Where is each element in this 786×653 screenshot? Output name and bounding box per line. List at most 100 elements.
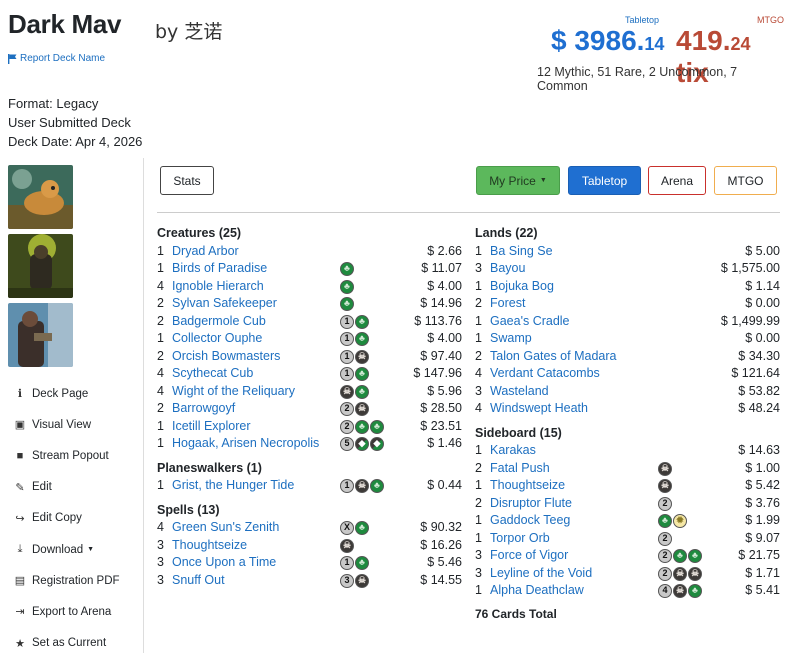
- section-title: Sideboard (15): [475, 425, 562, 440]
- card-name-link[interactable]: Swamp: [490, 330, 532, 348]
- file-icon: ▤: [14, 575, 26, 588]
- card-name-link[interactable]: Verdant Catacombs: [490, 365, 600, 383]
- mana-cost: ♣: [340, 279, 354, 294]
- sidebar-item-deck-page[interactable]: ℹ Deck Page: [8, 378, 140, 409]
- sidebar-item-download[interactable]: ⤓ Download ▼: [8, 534, 140, 565]
- sidebar-item-visual-view[interactable]: ▣ Visual View: [8, 409, 140, 440]
- mana-symbol-icon: ♣: [355, 556, 369, 570]
- sidebar-item-export-to-arena[interactable]: ⇥ Export to Arena: [8, 596, 140, 627]
- card-name-link[interactable]: Wight of the Reliquary: [172, 383, 295, 401]
- card-name-link[interactable]: Gaddock Teeg: [490, 512, 570, 530]
- sidebar-item-label: Export to Arena: [32, 605, 112, 618]
- mana-cost: ☠: [658, 479, 672, 493]
- card-name-link[interactable]: Bayou: [490, 260, 525, 278]
- mana-symbol-icon: ♣: [688, 584, 702, 598]
- mana-symbol-icon: ♣: [355, 367, 369, 381]
- mtgo-price-main: 419.: [676, 25, 731, 56]
- card-name-link[interactable]: Leyline of the Void: [490, 565, 592, 583]
- card-name-link[interactable]: Barrowgoyf: [172, 400, 235, 418]
- sidebar-item-edit-copy[interactable]: ↪ Edit Copy: [8, 503, 140, 534]
- card-art-thumbnail[interactable]: [8, 303, 73, 367]
- card-row: 2 Badgermole Cub 1 ♣ $ 113.76: [157, 313, 462, 331]
- card-name-link[interactable]: Forest: [490, 295, 525, 313]
- card-name-link[interactable]: Talon Gates of Madara: [490, 348, 616, 366]
- mana-cost: ☠: [658, 461, 672, 476]
- card-name-link[interactable]: Fatal Push: [490, 460, 550, 478]
- deck-author[interactable]: by 芝诺: [155, 17, 222, 44]
- mana-symbol-icon: ♣: [673, 549, 687, 563]
- card-row: 1 Dryad Arbor $ 2.66: [157, 243, 462, 261]
- card-price: $ 4.00: [427, 331, 462, 345]
- card-name-link[interactable]: Birds of Paradise: [172, 260, 267, 278]
- sidebar-item-stream-popout[interactable]: ■ Stream Popout: [8, 440, 140, 471]
- card-price: $ 0.00: [745, 296, 780, 310]
- sidebar-item-label: Edit Copy: [32, 512, 82, 525]
- sidebar-item-registration-pdf[interactable]: ▤ Registration PDF: [8, 565, 140, 596]
- card-row: 1 Ba Sing Se $ 5.00: [475, 243, 780, 261]
- card-name-link[interactable]: Collector Ouphe: [172, 330, 262, 348]
- card-name-link[interactable]: Bojuka Bog: [490, 278, 554, 296]
- mana-cost: 2 ☠: [340, 402, 369, 416]
- card-name-link[interactable]: Grist, the Hunger Tide: [172, 477, 294, 495]
- card-name-link[interactable]: Karakas: [490, 442, 536, 460]
- card-quantity: 1: [157, 418, 164, 433]
- report-deck-name-link[interactable]: Report Deck Name: [8, 53, 105, 64]
- report-deck-name-label: Report Deck Name: [20, 53, 106, 64]
- card-art-thumbnail[interactable]: [8, 165, 73, 229]
- sidebar-item-label: Edit: [32, 481, 52, 494]
- card-name-link[interactable]: Wasteland: [490, 383, 549, 401]
- card-name-link[interactable]: Thoughtseize: [490, 477, 565, 495]
- card-name-link[interactable]: Badgermole Cub: [172, 313, 266, 331]
- card-name-link[interactable]: Hogaak, Arisen Necropolis: [172, 435, 319, 453]
- card-name-link[interactable]: Windswept Heath: [490, 400, 588, 418]
- card-name-link[interactable]: Sylvan Safekeeper: [172, 295, 277, 313]
- mtgo-price-label: MTGO: [757, 15, 784, 25]
- card-row: 1 Grist, the Hunger Tide 1 ☠ ♣ $ 0.44: [157, 477, 462, 495]
- card-name-link[interactable]: Torpor Orb: [490, 530, 550, 548]
- stats-button[interactable]: Stats: [160, 166, 214, 195]
- card-quantity: 4: [157, 278, 164, 293]
- card-name-link[interactable]: Orcish Bowmasters: [172, 348, 280, 366]
- card-price: $ 5.46: [427, 555, 462, 569]
- card-name-link[interactable]: Scythecat Cub: [172, 365, 253, 383]
- card-row: 1 Bojuka Bog $ 1.14: [475, 278, 780, 296]
- card-name-link[interactable]: Disruptor Flute: [490, 495, 572, 513]
- card-name-link[interactable]: Force of Vigor: [490, 547, 568, 565]
- card-art-thumbnail[interactable]: [8, 234, 73, 298]
- mtgo-price-button[interactable]: MTGO: [714, 166, 777, 195]
- mana-symbol-icon: 4: [658, 584, 672, 598]
- mana-symbol-icon: ☠: [355, 573, 369, 588]
- card-name-link[interactable]: Thoughtseize: [172, 537, 247, 555]
- card-name-link[interactable]: Gaea's Cradle: [490, 313, 570, 331]
- arena-price-button[interactable]: Arena: [648, 166, 706, 195]
- mana-symbol-icon: 1: [340, 314, 354, 329]
- card-name-link[interactable]: Dryad Arbor: [172, 243, 239, 261]
- lands-section: Lands (22) 1 Ba Sing Se $ 5.00 3 Bayou $ 1,575…: [475, 225, 780, 418]
- card-name-link[interactable]: Ignoble Hierarch: [172, 278, 264, 296]
- card-row: 3 Force of Vigor 2 ♣ ♣ $ 21.75: [475, 547, 780, 565]
- tabletop-price: $ 3986.14: [551, 25, 664, 57]
- mana-symbol-icon: ☠: [658, 479, 672, 493]
- card-quantity: 4: [157, 383, 164, 398]
- card-name-link[interactable]: Alpha Deathclaw: [490, 582, 584, 600]
- card-row: 1 Birds of Paradise ♣ $ 11.07: [157, 260, 462, 278]
- tabletop-price-button[interactable]: Tabletop: [568, 166, 641, 195]
- card-row: 1 Thoughtseize ☠ $ 5.42: [475, 477, 780, 495]
- card-price: $ 1.00: [745, 460, 780, 475]
- card-row: 2 Talon Gates of Madara $ 34.30: [475, 348, 780, 366]
- card-name-link[interactable]: Icetill Explorer: [172, 418, 251, 436]
- sidebar-item-edit[interactable]: ✎ Edit: [8, 472, 140, 503]
- mana-cost: 2: [658, 531, 672, 546]
- mana-cost: ☠: [340, 538, 354, 553]
- my-price-label: My Price: [489, 173, 536, 188]
- mana-symbol-icon: ☠: [673, 584, 687, 598]
- mana-cost: 4 ☠ ♣: [658, 584, 702, 598]
- card-name-link[interactable]: Green Sun's Zenith: [172, 519, 279, 537]
- sidebar-item-set-as-current[interactable]: ★ Set as Current: [8, 628, 140, 653]
- card-name-link[interactable]: Ba Sing Se: [490, 243, 553, 261]
- my-price-dropdown-button[interactable]: My Price ▼: [476, 166, 560, 195]
- section-title: Lands (22): [475, 226, 538, 240]
- mana-symbol-icon: ♣: [355, 521, 369, 535]
- card-name-link[interactable]: Snuff Out: [172, 572, 225, 590]
- card-name-link[interactable]: Once Upon a Time: [172, 554, 276, 572]
